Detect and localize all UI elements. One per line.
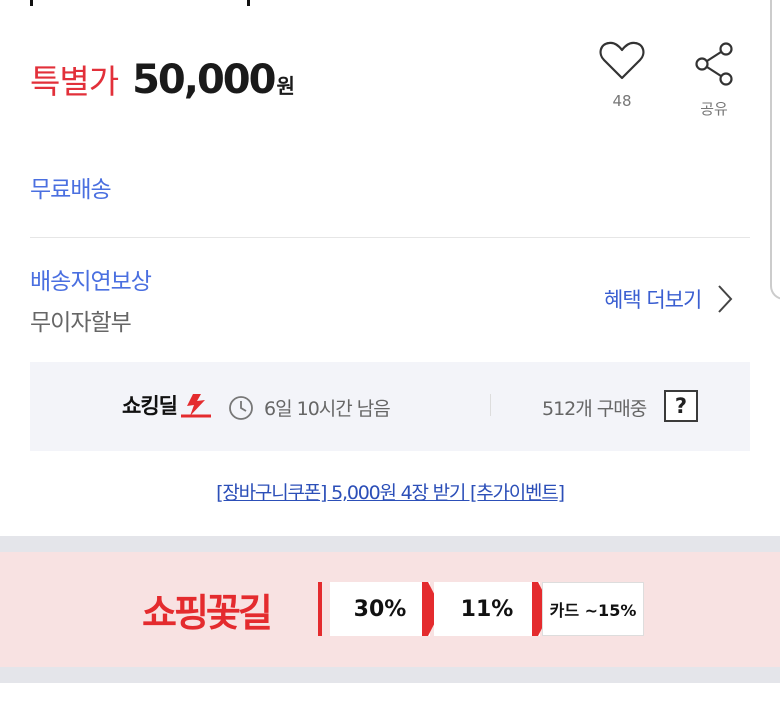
discount-chip-2-label: 11% [460, 596, 514, 622]
side-panel-edge [770, 0, 780, 300]
card-discount-chip: 카드 ~15% [542, 582, 644, 636]
share-label: 공유 [700, 100, 728, 118]
more-benefits-label: 혜택 더보기 [604, 288, 702, 312]
special-price-label: 특별가 [30, 62, 119, 101]
deal-separator [490, 394, 491, 416]
discount-chip-2: 11% [434, 582, 552, 636]
like-button[interactable]: 48 [592, 40, 652, 110]
card-discount-label: 카드 ~15% [549, 601, 637, 620]
heart-icon [599, 41, 645, 80]
discount-chip-1: 30% [330, 582, 442, 636]
shocking-deal-logo-text: 쇼킹딜 [122, 394, 178, 418]
price-value: 50,000 [132, 57, 276, 103]
buying-count: 512개 구매중 [542, 398, 647, 420]
divider [30, 237, 750, 238]
discount-chip-1-label: 30% [353, 596, 407, 622]
help-button[interactable]: ? [664, 390, 698, 422]
banner-bar [318, 582, 322, 636]
clock-icon [229, 396, 253, 420]
lightning-icon [180, 394, 211, 418]
share-button[interactable]: 공유 [684, 40, 744, 119]
section-gap [0, 536, 780, 552]
chevron-right-icon [718, 285, 733, 313]
price-unit: 원 [276, 74, 295, 98]
banner-brand: 쇼핑꽃길 [142, 591, 273, 635]
shopping-path-banner[interactable]: 쇼핑꽃길 30% 11% 카드 ~15% [0, 552, 780, 667]
shocking-deal-box: 쇼킹딜 6일 10시간 남음 512개 구매중 ? [30, 362, 750, 451]
previous-section-edge [30, 0, 250, 6]
price-row: 특별가 50,000 원 [30, 55, 295, 105]
share-icon [695, 42, 733, 86]
more-benefits-link[interactable]: 혜택 더보기 [604, 284, 733, 314]
free-shipping-label: 무료배송 [30, 177, 112, 203]
delay-compensation-label: 배송지연보상 [30, 269, 152, 295]
no-interest-installment-label: 무이자할부 [30, 310, 132, 336]
shocking-deal-logo: 쇼킹딜 [122, 390, 213, 420]
coupon-row: [장바구니쿠폰] 5,000원 4장 받기 [추가이벤트] [0, 478, 780, 505]
like-count: 48 [612, 92, 632, 110]
coupon-link[interactable]: [장바구니쿠폰] 5,000원 4장 받기 [추가이벤트] [216, 482, 565, 504]
section-gap [0, 667, 780, 683]
time-remaining: 6일 10시간 남음 [264, 398, 391, 420]
